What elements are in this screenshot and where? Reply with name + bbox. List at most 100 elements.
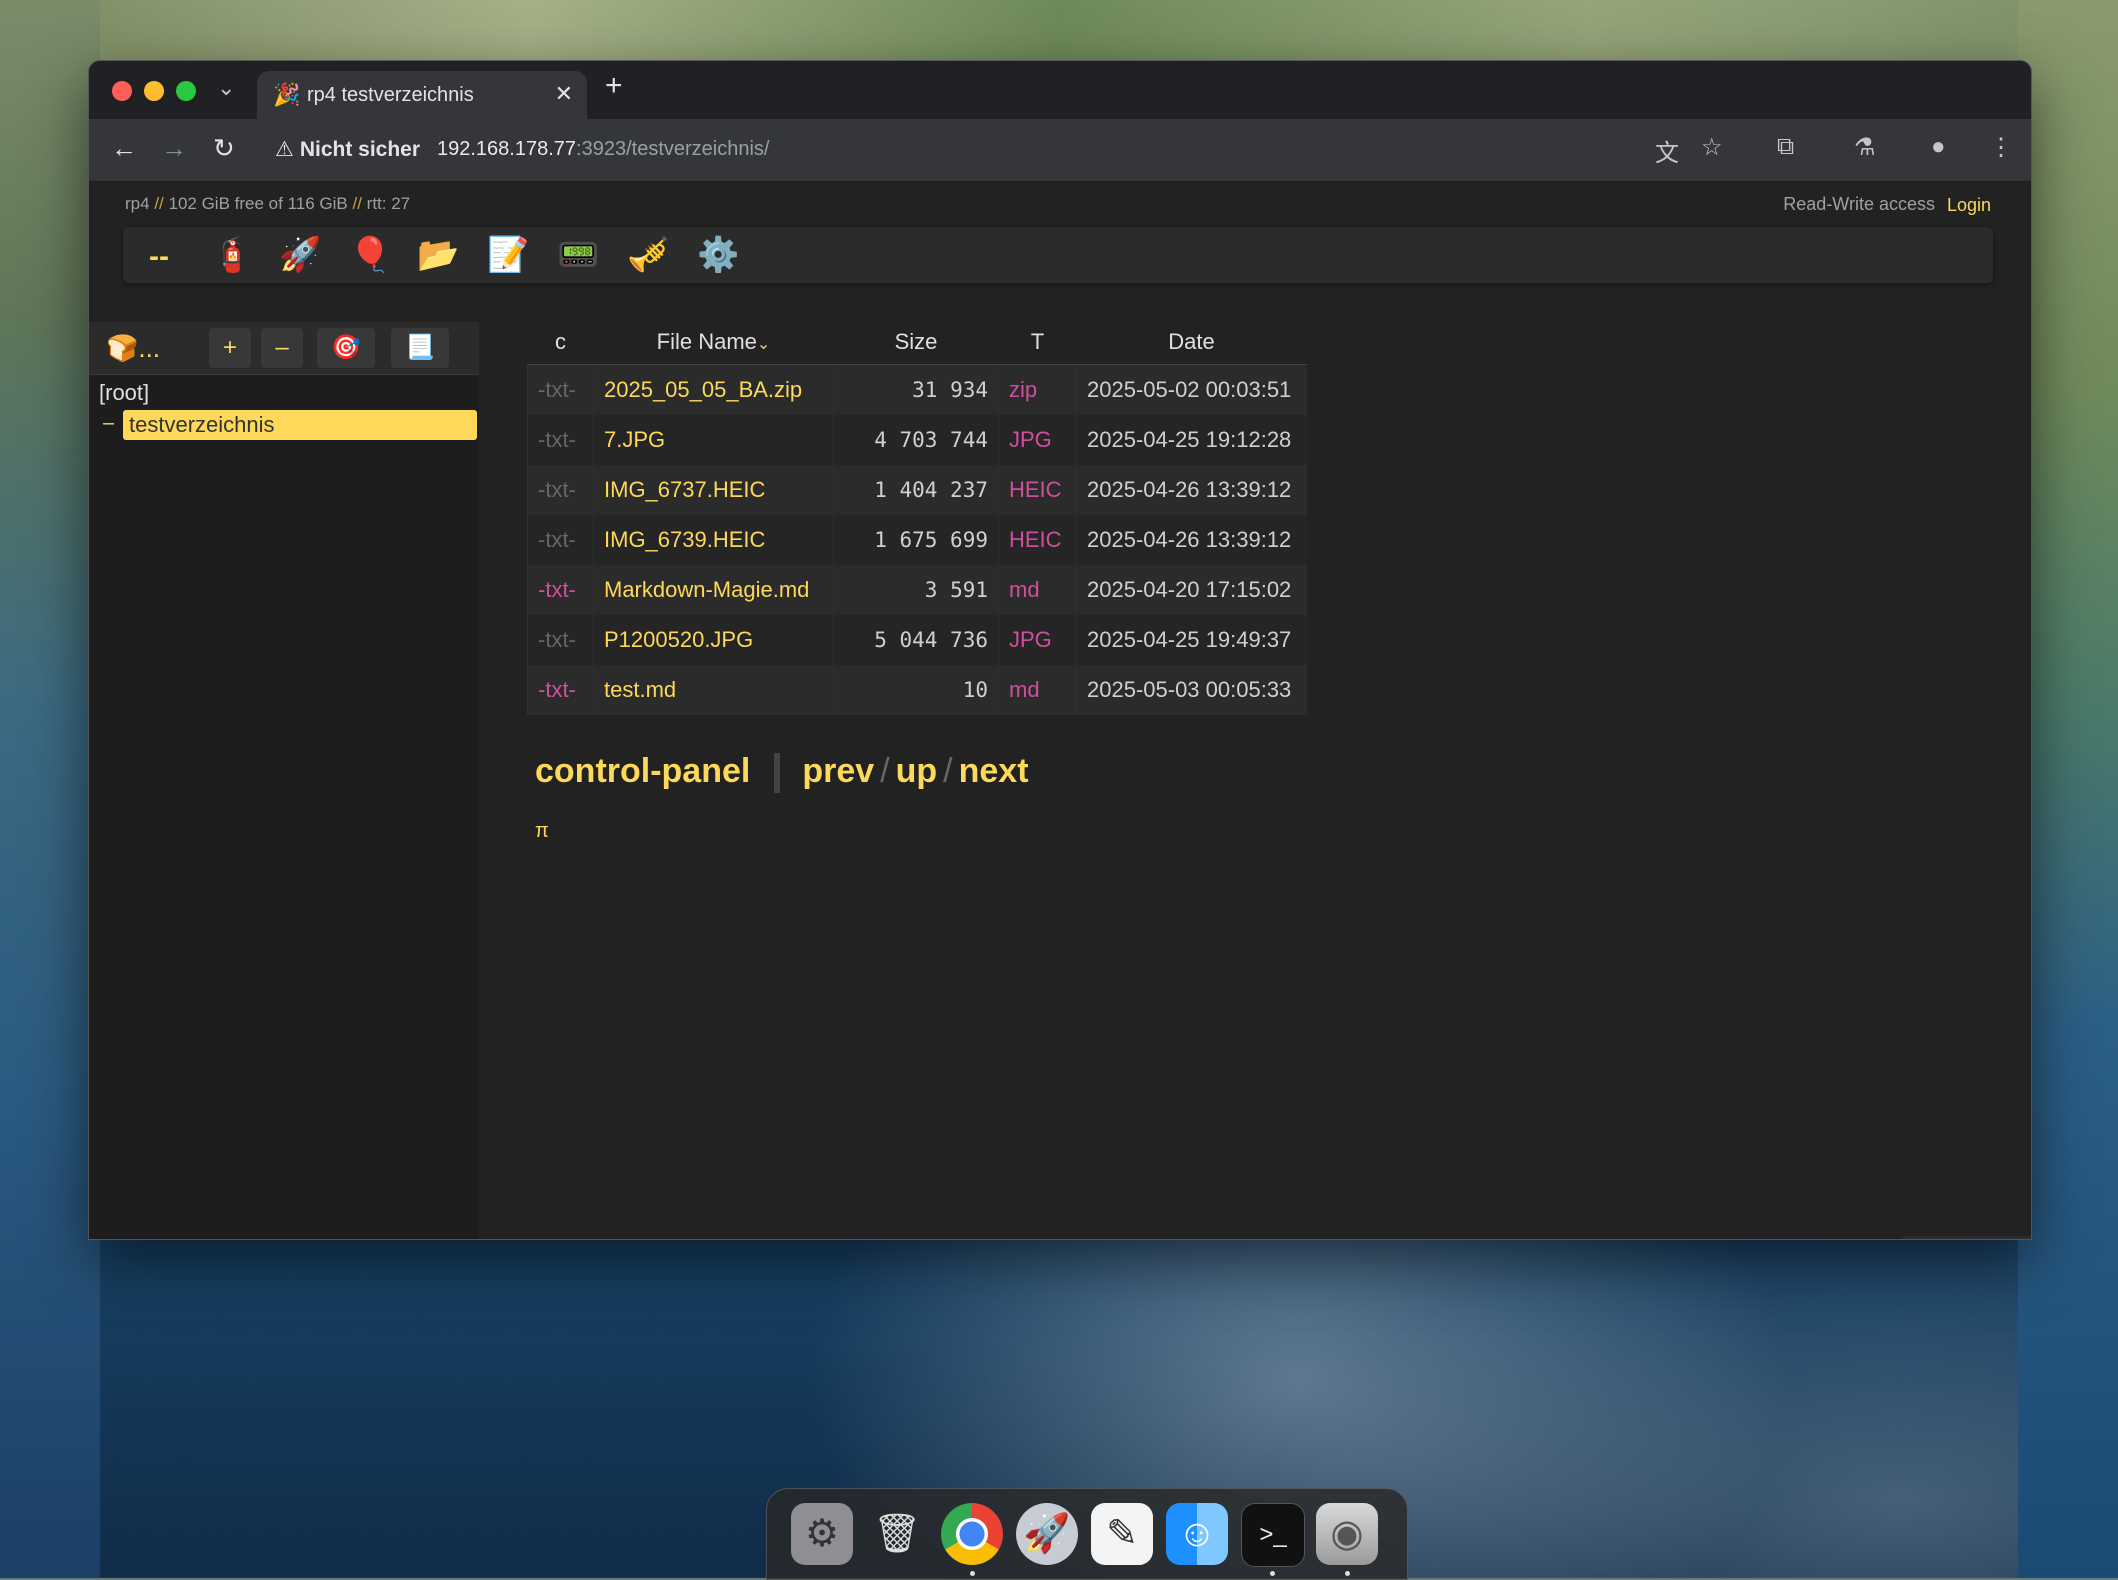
cell-filename[interactable]: P1200520.JPG bbox=[593, 615, 834, 665]
next-link[interactable]: next bbox=[959, 752, 1029, 790]
op-balloon-icon[interactable]: 🎈 bbox=[349, 235, 391, 275]
tab-search-chevron-icon[interactable]: ⌄ bbox=[217, 75, 235, 101]
op-memo-icon[interactable]: 📝 bbox=[487, 235, 529, 275]
cell-c[interactable]: -txt- bbox=[527, 565, 594, 615]
tab-bar: ⌄ 🎉 rp4 testverzeichnis ✕ + bbox=[89, 61, 2031, 119]
extensions-icon[interactable]: ⧉ bbox=[1777, 133, 1794, 161]
system-settings-icon[interactable]: ⚙ bbox=[791, 1503, 853, 1565]
desktop-wallpaper-top bbox=[0, 0, 2118, 60]
op-folder-icon[interactable]: 📂 bbox=[417, 235, 459, 275]
trash-icon[interactable]: 🗑 bbox=[866, 1503, 928, 1565]
chrome-icon[interactable] bbox=[941, 1503, 1003, 1565]
col-header-filename[interactable]: File Name⌄ bbox=[593, 320, 834, 365]
chrome-running-indicator bbox=[970, 1571, 975, 1576]
rtt-label: rtt: 27 bbox=[366, 194, 411, 213]
op-rocket-icon[interactable]: 🚀 bbox=[279, 235, 321, 275]
address-bar[interactable]: 192.168.178.77:3923/testverzeichnis/ bbox=[437, 138, 769, 161]
nav-slash: / bbox=[943, 752, 953, 790]
cell-filename[interactable]: 7.JPG bbox=[593, 415, 834, 465]
cell-filename[interactable]: IMG_6737.HEIC bbox=[593, 465, 834, 515]
profile-icon[interactable]: ● bbox=[1931, 133, 1946, 161]
minimize-window-button[interactable] bbox=[144, 81, 164, 101]
tree-page-icon[interactable]: 📃 bbox=[391, 328, 449, 368]
col-header-type[interactable]: T bbox=[998, 320, 1077, 365]
prev-link[interactable]: prev bbox=[802, 752, 874, 790]
cell-c[interactable]: -txt- bbox=[527, 364, 594, 415]
col-header-date[interactable]: Date bbox=[1076, 320, 1307, 365]
tab-title: rp4 testverzeichnis bbox=[307, 84, 474, 106]
tree-item-label[interactable]: testverzeichnis bbox=[123, 410, 477, 440]
info-separator: // bbox=[154, 194, 164, 213]
file-table: c File Name⌄ Size T Date -txt- 2025_05_0… bbox=[527, 320, 1307, 715]
close-tab-icon[interactable]: ✕ bbox=[555, 81, 573, 107]
cell-filename[interactable]: test.md bbox=[593, 665, 834, 715]
tree-item-testverzeichnis[interactable]: – testverzeichnis bbox=[101, 410, 477, 442]
table-row[interactable]: -txt- 7.JPG 4 703 744 JPG 2025-04-25 19:… bbox=[527, 415, 1307, 465]
zoom-window-button[interactable] bbox=[176, 81, 196, 101]
up-link[interactable]: up bbox=[896, 752, 938, 790]
pi-link[interactable]: π bbox=[535, 820, 549, 843]
cell-filename[interactable]: Markdown-Magie.md bbox=[593, 565, 834, 615]
op-pager-icon[interactable]: 📟 bbox=[557, 235, 599, 275]
cell-c[interactable]: -txt- bbox=[527, 615, 594, 665]
tree-collapse-button[interactable]: – bbox=[261, 328, 303, 368]
bottom-navigation: control-panel prev / up / next bbox=[535, 752, 1029, 794]
tree-expand-button[interactable]: + bbox=[209, 328, 251, 368]
cell-type: zip bbox=[998, 364, 1077, 415]
macos-dock: ⚙ 🗑 🚀 ✎ ☺ >_ ◉ bbox=[766, 1488, 1408, 1580]
op-extinguisher-icon[interactable]: 🧯 bbox=[211, 235, 253, 275]
forward-icon[interactable]: → bbox=[161, 133, 187, 164]
login-link[interactable]: Login bbox=[1947, 195, 1991, 216]
url-host: 192.168.178.77 bbox=[437, 138, 577, 160]
cell-filename[interactable]: 2025_05_05_BA.zip bbox=[593, 364, 834, 415]
cell-filename[interactable]: IMG_6739.HEIC bbox=[593, 515, 834, 565]
tree-target-icon[interactable]: 🎯 bbox=[317, 328, 375, 368]
finder-icon[interactable]: ☺ bbox=[1166, 1503, 1228, 1565]
textedit-icon[interactable]: ✎ bbox=[1091, 1503, 1153, 1565]
cell-c[interactable]: -txt- bbox=[527, 465, 594, 515]
security-indicator[interactable]: ⚠ Nicht sicher bbox=[275, 137, 420, 162]
info-separator: // bbox=[352, 194, 362, 213]
labs-flask-icon[interactable]: ⚗ bbox=[1854, 133, 1876, 162]
cell-c[interactable]: -txt- bbox=[527, 515, 594, 565]
url-path: :3923/testverzeichnis/ bbox=[576, 138, 770, 160]
cell-size: 1 404 237 bbox=[833, 465, 999, 515]
menu-kebab-icon[interactable]: ⋮ bbox=[1989, 133, 2013, 162]
cell-date: 2025-04-25 19:49:37 bbox=[1076, 615, 1307, 665]
op-settings-gear-icon[interactable]: ⚙️ bbox=[697, 235, 739, 275]
translate-icon[interactable]: 文 bbox=[1655, 133, 1679, 168]
table-row[interactable]: -txt- 2025_05_05_BA.zip 31 934 zip 2025-… bbox=[527, 364, 1307, 415]
tree-bread-menu-icon[interactable]: 🍞... bbox=[101, 328, 165, 368]
col-header-size[interactable]: Size bbox=[833, 320, 999, 365]
table-row[interactable]: -txt- Markdown-Magie.md 3 591 md 2025-04… bbox=[527, 565, 1307, 615]
disk-utility-icon[interactable]: ◉ bbox=[1316, 1503, 1378, 1565]
table-row[interactable]: -txt- test.md 10 md 2025-05-03 00:05:33 bbox=[527, 665, 1307, 715]
op-collapse-button[interactable]: -- bbox=[149, 237, 169, 277]
bookmark-star-icon[interactable]: ☆ bbox=[1701, 133, 1723, 162]
cell-size: 31 934 bbox=[833, 364, 999, 415]
table-row[interactable]: -txt- IMG_6739.HEIC 1 675 699 HEIC 2025-… bbox=[527, 515, 1307, 565]
table-row[interactable]: -txt- IMG_6737.HEIC 1 404 237 HEIC 2025-… bbox=[527, 465, 1307, 515]
terminal-icon[interactable]: >_ bbox=[1241, 1503, 1305, 1567]
table-row[interactable]: -txt- P1200520.JPG 5 044 736 JPG 2025-04… bbox=[527, 615, 1307, 665]
desktop-wallpaper-right bbox=[2018, 0, 2118, 1578]
launchpad-rocket-icon[interactable]: 🚀 bbox=[1016, 1503, 1078, 1565]
desktop-wallpaper-left bbox=[0, 0, 100, 1578]
page-content: rp4 // 102 GiB free of 116 GiB // rtt: 2… bbox=[89, 182, 2031, 1239]
cell-c[interactable]: -txt- bbox=[527, 415, 594, 465]
server-info: rp4 // 102 GiB free of 116 GiB // rtt: 2… bbox=[125, 194, 410, 214]
op-trumpet-icon[interactable]: 🎺 bbox=[627, 235, 669, 275]
col-header-c[interactable]: c bbox=[527, 320, 594, 365]
cell-date: 2025-05-03 00:05:33 bbox=[1076, 665, 1307, 715]
close-window-button[interactable] bbox=[112, 81, 132, 101]
tree-root-item[interactable]: [root] bbox=[99, 380, 149, 406]
cell-c[interactable]: -txt- bbox=[527, 665, 594, 715]
back-icon[interactable]: ← bbox=[111, 133, 137, 164]
control-panel-link[interactable]: control-panel bbox=[535, 752, 750, 790]
cell-type: JPG bbox=[998, 415, 1077, 465]
reload-icon[interactable]: ↻ bbox=[213, 133, 235, 164]
media-widget: ⊞ ♫ bbox=[1899, 1236, 2031, 1239]
new-tab-button[interactable]: + bbox=[605, 69, 623, 103]
tab-rp4[interactable]: 🎉 rp4 testverzeichnis ✕ bbox=[257, 71, 587, 119]
disk-utility-running-indicator bbox=[1345, 1571, 1350, 1576]
